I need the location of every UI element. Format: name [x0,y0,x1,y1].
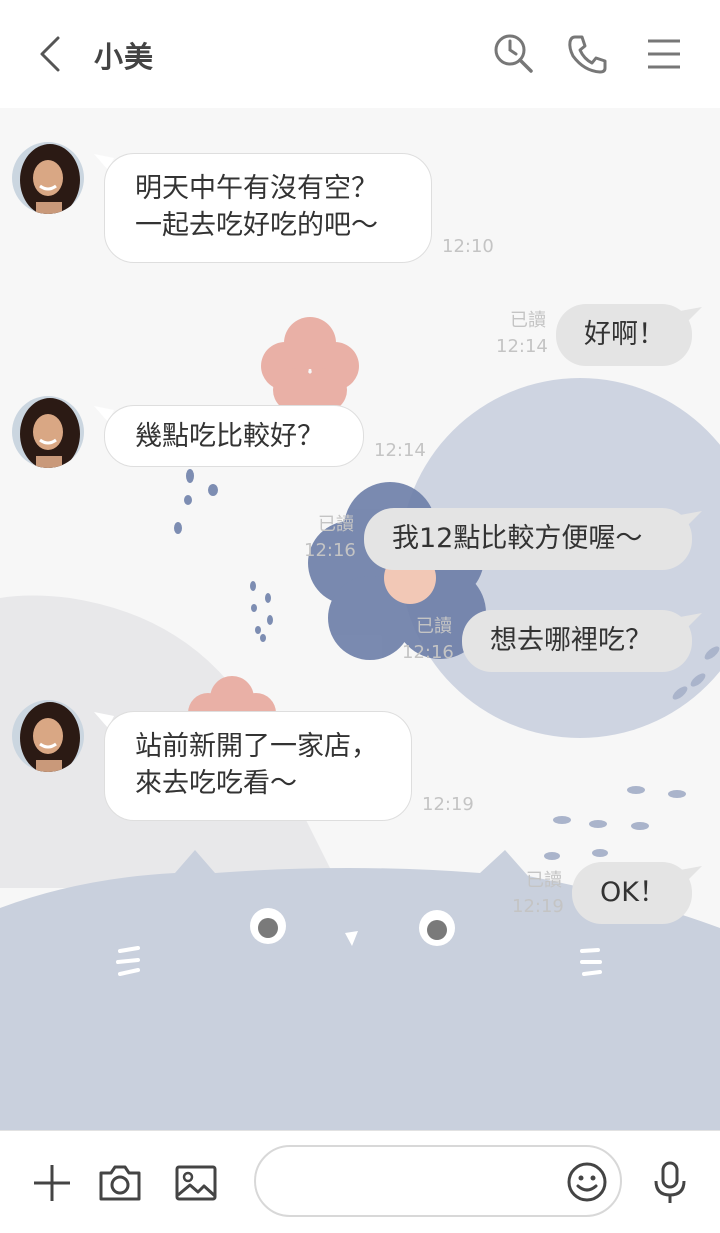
emoji-icon[interactable] [566,1161,608,1203]
search-history-icon[interactable] [490,30,538,78]
message-line: OK！ [600,877,666,908]
message-input[interactable] [280,1161,554,1203]
message-time: 12:16 [304,540,356,561]
message-line: 站前新開了一家店， [135,731,378,762]
chat-title: 小美 [94,40,155,74]
message-time: 12:19 [422,794,474,815]
message-time: 12:14 [496,336,548,357]
message-input-container[interactable] [254,1145,622,1217]
message-line: 想去哪裡吃？ [490,625,652,656]
read-label: 已讀 [526,870,562,891]
message-line: 明天中午有沒有空？ [135,173,378,204]
message-line: 我12點比較方便喔～ [392,523,643,554]
message-time: 12:16 [402,642,454,663]
message-time: 12:19 [512,896,564,917]
menu-icon[interactable] [640,30,688,78]
chat-area[interactable]: 明天中午有沒有空？ 一起去吃好吃的吧～ 12:10 已讀 12:14 好啊！ 幾… [0,108,720,1130]
message-line: 一起去吃好吃的吧～ [135,210,378,241]
read-label: 已讀 [318,514,354,535]
read-receipt: 已讀 12:14 [496,308,548,360]
avatar-photo [12,142,84,214]
message-line: 來去吃吃看～ [135,768,297,799]
message-input-bar [0,1130,720,1233]
message-bubble[interactable]: 想去哪裡吃？ [462,610,692,672]
read-label: 已讀 [510,310,546,331]
chat-header: 小美 [0,0,720,108]
contact-avatar[interactable] [12,700,84,772]
message-bubble[interactable]: 站前新開了一家店， 來去吃吃看～ [104,711,412,821]
contact-avatar[interactable] [12,396,84,468]
message-bubble[interactable]: OK！ [572,862,692,924]
avatar-photo [12,396,84,468]
back-icon[interactable] [30,30,74,78]
message-bubble[interactable]: 好啊！ [556,304,692,366]
message-bubble[interactable]: 我12點比較方便喔～ [364,508,692,570]
image-icon[interactable] [172,1159,220,1207]
avatar-photo [12,700,84,772]
plus-icon[interactable] [28,1159,76,1207]
phone-icon[interactable] [564,30,612,78]
camera-icon[interactable] [96,1159,144,1207]
read-receipt: 已讀 12:19 [512,868,564,920]
read-receipt: 已讀 12:16 [402,614,454,666]
read-receipt: 已讀 12:16 [304,512,356,564]
message-bubble[interactable]: 幾點吃比較好？ [104,405,364,467]
message-time: 12:14 [374,440,426,461]
message-bubble[interactable]: 明天中午有沒有空？ 一起去吃好吃的吧～ [104,153,432,263]
microphone-icon[interactable] [646,1159,694,1207]
contact-avatar[interactable] [12,142,84,214]
message-time: 12:10 [442,236,494,257]
message-line: 幾點吃比較好？ [135,421,324,452]
message-line: 好啊！ [584,319,665,350]
read-label: 已讀 [416,616,452,637]
